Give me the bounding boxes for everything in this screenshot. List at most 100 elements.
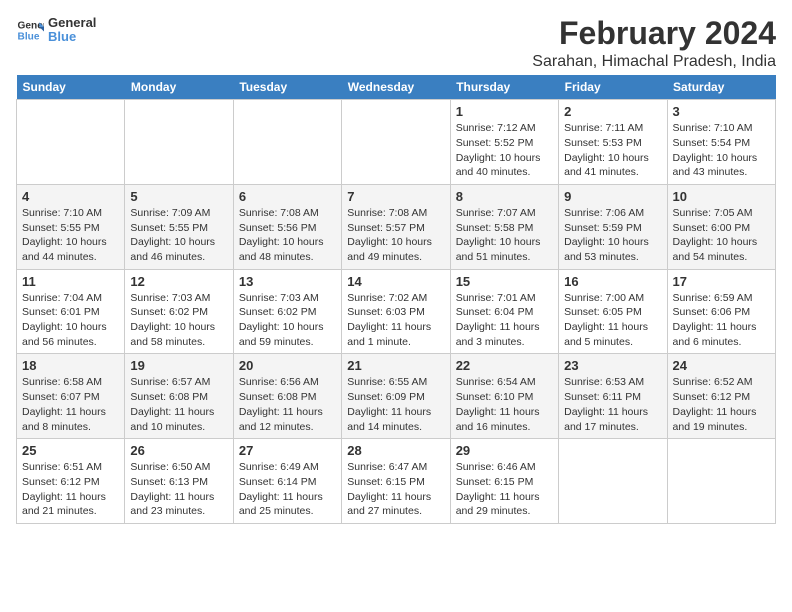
calendar-cell: 3 Sunrise: 7:10 AM Sunset: 5:54 PM Daylig… [667, 100, 775, 185]
cell-info: Sunrise: 6:50 AM Sunset: 6:13 PM Dayligh… [130, 460, 227, 519]
day-header-friday: Friday [559, 75, 667, 100]
week-row-3: 11Sunrise: 7:04 AM Sunset: 6:01 PM Dayli… [17, 269, 776, 354]
cell-info: Sunrise: 7:08 AM Sunset: 5:56 PM Dayligh… [239, 206, 336, 265]
calendar-cell: 8 Sunrise: 7:07 AM Sunset: 5:58 PM Daylig… [450, 184, 558, 269]
cell-info: Sunrise: 7:00 AM Sunset: 6:05 PM Dayligh… [564, 291, 661, 350]
day-header-thursday: Thursday [450, 75, 558, 100]
date-number: 26 [130, 443, 227, 458]
calendar-cell [233, 100, 341, 185]
calendar-cell: 13 Sunrise: 7:03 AM Sunset: 6:02 PM Dayli… [233, 269, 341, 354]
calendar-cell: 18 Sunrise: 6:58 AM Sunset: 6:07 PM Dayli… [17, 354, 125, 439]
calendar-cell: 24 Sunrise: 6:52 AM Sunset: 6:12 PM Dayli… [667, 354, 775, 439]
logo-general-text: General [48, 16, 96, 30]
cell-info: Sunrise: 6:56 AM Sunset: 6:08 PM Dayligh… [239, 375, 336, 434]
date-number: 18 [22, 358, 119, 373]
week-row-4: 18 Sunrise: 6:58 AM Sunset: 6:07 PM Dayli… [17, 354, 776, 439]
date-number: 4 [22, 189, 119, 204]
calendar-cell: 14 Sunrise: 7:02 AM Sunset: 6:03 PM Dayli… [342, 269, 450, 354]
cell-info: Sunrise: 7:12 AM Sunset: 5:52 PM Dayligh… [456, 121, 553, 180]
calendar-cell: 19 Sunrise: 6:57 AM Sunset: 6:08 PM Dayli… [125, 354, 233, 439]
title-block: February 2024 Sarahan, Himachal Pradesh,… [532, 16, 776, 71]
subtitle: Sarahan, Himachal Pradesh, India [532, 53, 776, 71]
date-number: 9 [564, 189, 661, 204]
day-header-sunday: Sunday [17, 75, 125, 100]
cell-info: Sunrise: 7:05 AM Sunset: 6:00 PM Dayligh… [673, 206, 770, 265]
calendar-cell: 11Sunrise: 7:04 AM Sunset: 6:01 PM Dayli… [17, 269, 125, 354]
cell-info: Sunrise: 6:51 AM Sunset: 6:12 PM Dayligh… [22, 460, 119, 519]
calendar-table: SundayMondayTuesdayWednesdayThursdayFrid… [16, 75, 776, 524]
date-number: 6 [239, 189, 336, 204]
calendar-cell: 16 Sunrise: 7:00 AM Sunset: 6:05 PM Dayli… [559, 269, 667, 354]
cell-info: Sunrise: 6:47 AM Sunset: 6:15 PM Dayligh… [347, 460, 444, 519]
cell-info: Sunrise: 6:53 AM Sunset: 6:11 PM Dayligh… [564, 375, 661, 434]
date-number: 24 [673, 358, 770, 373]
calendar-cell: 20 Sunrise: 6:56 AM Sunset: 6:08 PM Dayli… [233, 354, 341, 439]
date-number: 25 [22, 443, 119, 458]
calendar-cell: 15 Sunrise: 7:01 AM Sunset: 6:04 PM Dayli… [450, 269, 558, 354]
logo-icon: General Blue [16, 16, 44, 44]
main-title: February 2024 [532, 16, 776, 51]
date-number: 5 [130, 189, 227, 204]
day-header-saturday: Saturday [667, 75, 775, 100]
page-header: General Blue General Blue February 2024 … [16, 16, 776, 71]
calendar-cell: 6 Sunrise: 7:08 AM Sunset: 5:56 PM Daylig… [233, 184, 341, 269]
week-row-2: 4 Sunrise: 7:10 AM Sunset: 5:55 PM Daylig… [17, 184, 776, 269]
calendar-cell: 25 Sunrise: 6:51 AM Sunset: 6:12 PM Dayli… [17, 439, 125, 524]
date-number: 7 [347, 189, 444, 204]
calendar-cell [667, 439, 775, 524]
date-number: 1 [456, 104, 553, 119]
date-number: 23 [564, 358, 661, 373]
cell-info: Sunrise: 7:10 AM Sunset: 5:55 PM Dayligh… [22, 206, 119, 265]
calendar-cell: 21Sunrise: 6:55 AM Sunset: 6:09 PM Dayli… [342, 354, 450, 439]
calendar-cell [559, 439, 667, 524]
calendar-cell [17, 100, 125, 185]
date-number: 27 [239, 443, 336, 458]
cell-info: Sunrise: 7:11 AM Sunset: 5:53 PM Dayligh… [564, 121, 661, 180]
calendar-cell: 28 Sunrise: 6:47 AM Sunset: 6:15 PM Dayli… [342, 439, 450, 524]
cell-info: Sunrise: 6:58 AM Sunset: 6:07 PM Dayligh… [22, 375, 119, 434]
calendar-cell: 7 Sunrise: 7:08 AM Sunset: 5:57 PM Daylig… [342, 184, 450, 269]
cell-info: Sunrise: 7:01 AM Sunset: 6:04 PM Dayligh… [456, 291, 553, 350]
cell-info: Sunrise: 7:07 AM Sunset: 5:58 PM Dayligh… [456, 206, 553, 265]
day-header-tuesday: Tuesday [233, 75, 341, 100]
cell-info: Sunrise: 7:08 AM Sunset: 5:57 PM Dayligh… [347, 206, 444, 265]
cell-info: Sunrise: 7:02 AM Sunset: 6:03 PM Dayligh… [347, 291, 444, 350]
date-number: 20 [239, 358, 336, 373]
cell-info: Sunrise: 6:54 AM Sunset: 6:10 PM Dayligh… [456, 375, 553, 434]
date-number: 3 [673, 104, 770, 119]
week-row-5: 25 Sunrise: 6:51 AM Sunset: 6:12 PM Dayli… [17, 439, 776, 524]
calendar-cell: 26 Sunrise: 6:50 AM Sunset: 6:13 PM Dayli… [125, 439, 233, 524]
cell-info: Sunrise: 7:03 AM Sunset: 6:02 PM Dayligh… [239, 291, 336, 350]
date-number: 28 [347, 443, 444, 458]
calendar-cell: 4 Sunrise: 7:10 AM Sunset: 5:55 PM Daylig… [17, 184, 125, 269]
date-number: 14 [347, 274, 444, 289]
date-number: 13 [239, 274, 336, 289]
date-number: 19 [130, 358, 227, 373]
calendar-cell: 27 Sunrise: 6:49 AM Sunset: 6:14 PM Dayli… [233, 439, 341, 524]
calendar-cell: 23 Sunrise: 6:53 AM Sunset: 6:11 PM Dayli… [559, 354, 667, 439]
cell-info: Sunrise: 6:46 AM Sunset: 6:15 PM Dayligh… [456, 460, 553, 519]
calendar-cell [125, 100, 233, 185]
calendar-cell: 29Sunrise: 6:46 AM Sunset: 6:15 PM Dayli… [450, 439, 558, 524]
cell-info: Sunrise: 7:10 AM Sunset: 5:54 PM Dayligh… [673, 121, 770, 180]
calendar-cell: 17Sunrise: 6:59 AM Sunset: 6:06 PM Dayli… [667, 269, 775, 354]
day-header-wednesday: Wednesday [342, 75, 450, 100]
cell-info: Sunrise: 6:52 AM Sunset: 6:12 PM Dayligh… [673, 375, 770, 434]
date-number: 22 [456, 358, 553, 373]
cell-info: Sunrise: 7:03 AM Sunset: 6:02 PM Dayligh… [130, 291, 227, 350]
date-number: 16 [564, 274, 661, 289]
cell-info: Sunrise: 6:49 AM Sunset: 6:14 PM Dayligh… [239, 460, 336, 519]
date-number: 10 [673, 189, 770, 204]
calendar-cell: 10 Sunrise: 7:05 AM Sunset: 6:00 PM Dayli… [667, 184, 775, 269]
calendar-cell: 2Sunrise: 7:11 AM Sunset: 5:53 PM Daylig… [559, 100, 667, 185]
week-row-1: 1 Sunrise: 7:12 AM Sunset: 5:52 PM Daylig… [17, 100, 776, 185]
cell-info: Sunrise: 7:04 AM Sunset: 6:01 PM Dayligh… [22, 291, 119, 350]
calendar-cell: 9Sunrise: 7:06 AM Sunset: 5:59 PM Daylig… [559, 184, 667, 269]
date-number: 15 [456, 274, 553, 289]
svg-text:Blue: Blue [18, 32, 40, 43]
calendar-cell: 1 Sunrise: 7:12 AM Sunset: 5:52 PM Daylig… [450, 100, 558, 185]
date-number: 8 [456, 189, 553, 204]
cell-info: Sunrise: 6:57 AM Sunset: 6:08 PM Dayligh… [130, 375, 227, 434]
day-headers-row: SundayMondayTuesdayWednesdayThursdayFrid… [17, 75, 776, 100]
calendar-cell: 5Sunrise: 7:09 AM Sunset: 5:55 PM Daylig… [125, 184, 233, 269]
